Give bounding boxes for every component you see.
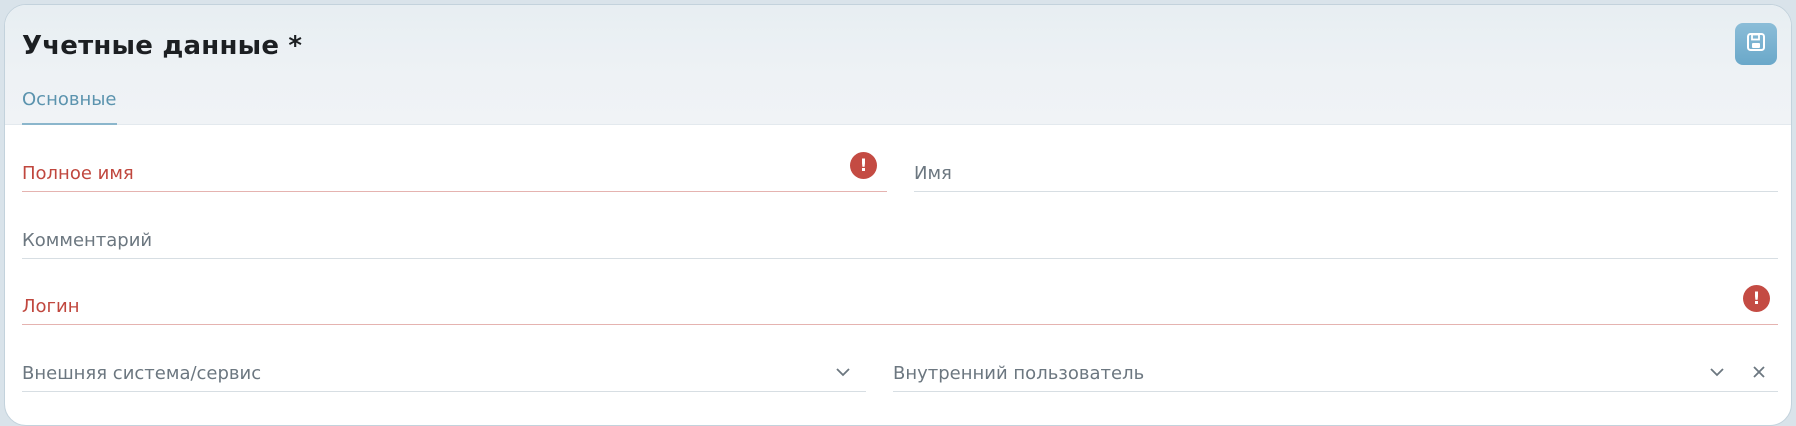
comment-field[interactable]: Комментарий bbox=[22, 220, 1778, 259]
tab-main[interactable]: Основные bbox=[22, 89, 117, 125]
tab-active-indicator bbox=[22, 123, 117, 125]
internal-user-label: Внутренний пользователь bbox=[893, 363, 1145, 384]
internal-user-select[interactable]: Внутренний пользователь bbox=[893, 353, 1778, 392]
name-label: Имя bbox=[914, 163, 952, 184]
external-system-label: Внешняя система/сервис bbox=[22, 363, 262, 384]
floppy-disk-icon bbox=[1746, 32, 1766, 56]
close-icon[interactable] bbox=[1750, 363, 1768, 381]
full-name-field[interactable]: Полное имя bbox=[22, 153, 887, 192]
name-field[interactable]: Имя bbox=[914, 153, 1778, 192]
save-button[interactable] bbox=[1735, 23, 1777, 65]
login-label: Логин bbox=[22, 296, 80, 317]
page-title: Учетные данные * bbox=[22, 31, 303, 61]
chevron-down-icon[interactable] bbox=[1708, 363, 1726, 381]
external-system-select[interactable]: Внешняя система/сервис bbox=[22, 353, 866, 392]
full-name-error-icon: ! bbox=[850, 152, 877, 179]
full-name-label: Полное имя bbox=[22, 163, 134, 184]
card-header: Учетные данные * Основные bbox=[5, 5, 1791, 125]
tab-main-label: Основные bbox=[22, 89, 117, 110]
login-error-icon: ! bbox=[1743, 285, 1770, 312]
chevron-down-icon[interactable] bbox=[834, 363, 852, 381]
comment-label: Комментарий bbox=[22, 230, 153, 251]
login-field[interactable]: Логин bbox=[22, 286, 1778, 325]
credentials-card: Учетные данные * Основные Полное имя ! И… bbox=[4, 4, 1792, 426]
